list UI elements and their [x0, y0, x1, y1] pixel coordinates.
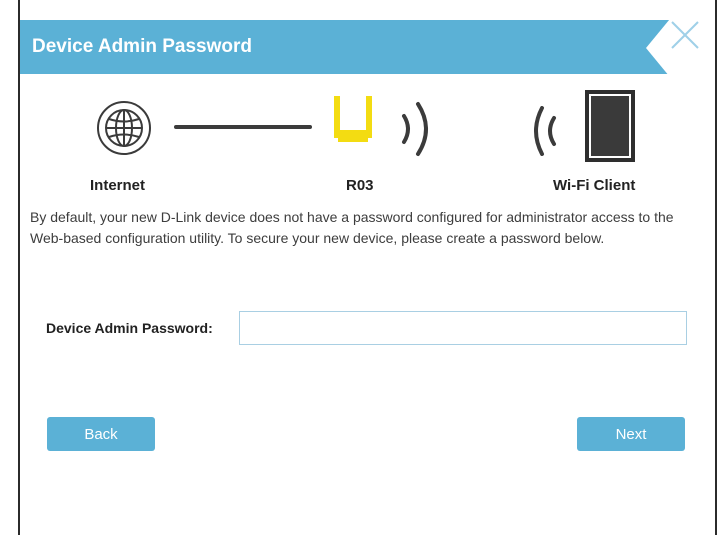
description-text: By default, your new D-Link device does … [30, 209, 674, 246]
back-button[interactable]: Back [47, 417, 155, 451]
wifi-signal-icon [534, 106, 556, 156]
wifi-client-label: Wi-Fi Client [553, 177, 636, 194]
router-label: R03 [346, 177, 374, 194]
password-label: Device Admin Password: [46, 320, 213, 336]
wizard-frame [18, 0, 717, 535]
dialog-title: Device Admin Password [32, 36, 252, 57]
connection-line [174, 125, 312, 129]
globe-icon [97, 101, 151, 155]
close-icon[interactable] [668, 18, 702, 52]
password-input[interactable] [239, 311, 687, 345]
internet-label: Internet [90, 177, 146, 194]
router-icon [334, 96, 372, 142]
next-button[interactable]: Next [577, 417, 685, 451]
wifi-signal-icon [402, 102, 428, 156]
tablet-icon [585, 90, 635, 162]
